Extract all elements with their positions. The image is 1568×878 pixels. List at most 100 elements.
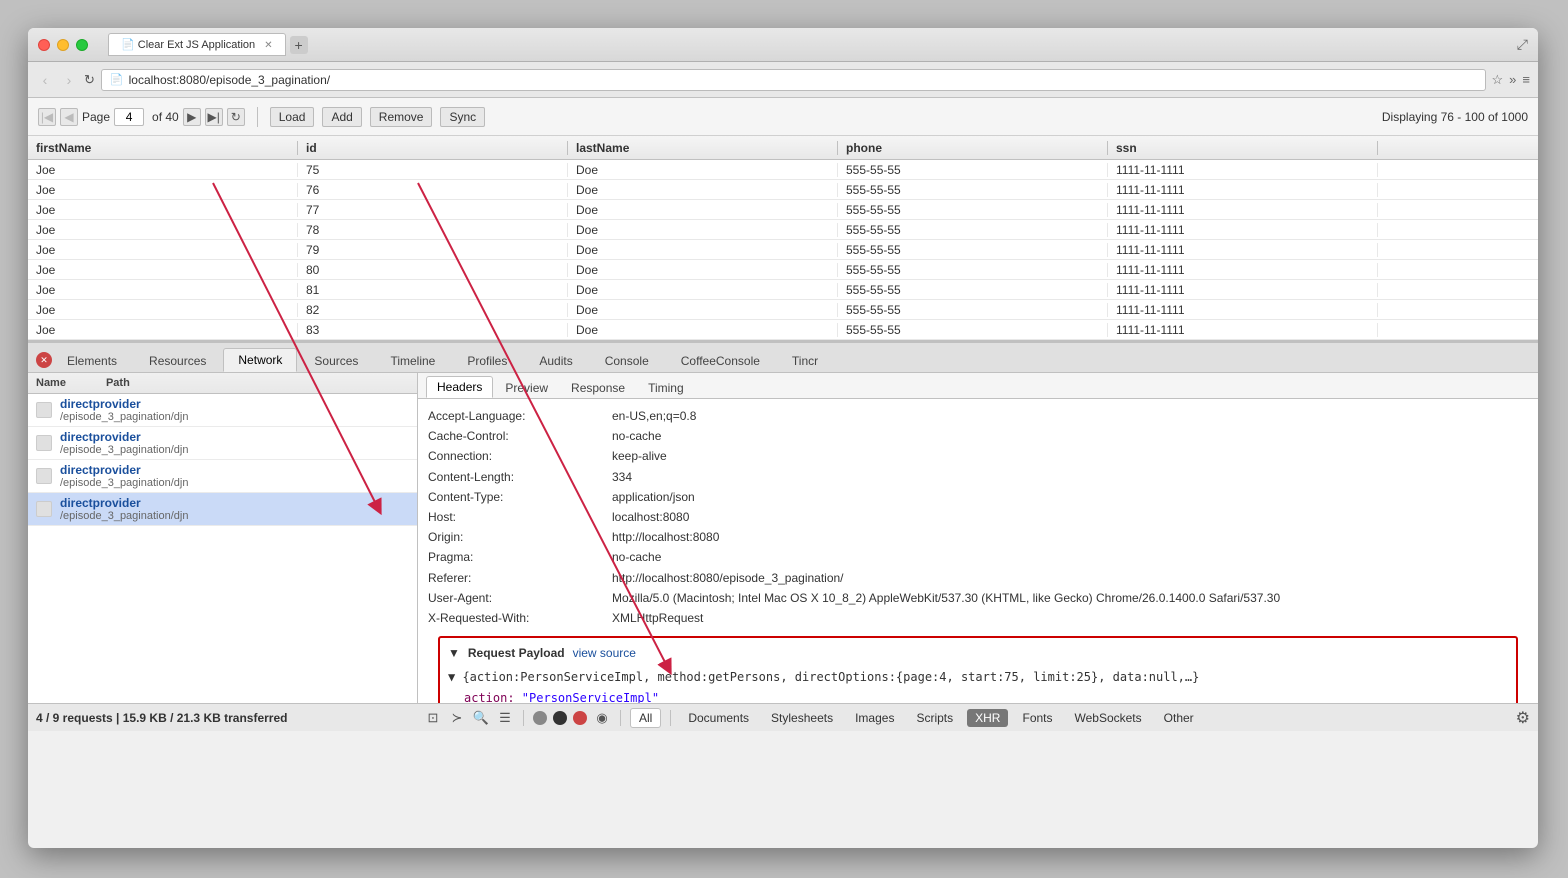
first-page-button[interactable]: |◀	[38, 108, 56, 126]
filter-fonts-tab[interactable]: Fonts	[1014, 709, 1060, 727]
header-value: XMLHttpRequest	[612, 609, 703, 628]
table-cell: Joe	[28, 303, 298, 317]
devtools-tab-console[interactable]: Console	[590, 349, 664, 372]
table-row[interactable]: Joe75Doe555-55-551111-11-1111	[28, 160, 1538, 180]
prev-page-button[interactable]: ◀	[60, 108, 78, 126]
filter-scripts-tab[interactable]: Scripts	[908, 709, 961, 727]
filter-icon-stop[interactable]: ◉	[593, 709, 611, 727]
network-item-icon	[36, 435, 52, 451]
filter-stylesheets-tab[interactable]: Stylesheets	[763, 709, 841, 727]
page-count: of 40	[152, 110, 179, 124]
network-list-item[interactable]: directprovider /episode_3_pagination/djn	[28, 460, 417, 493]
maximize-window-button[interactable]	[76, 39, 88, 51]
table-row[interactable]: Joe80Doe555-55-551111-11-1111	[28, 260, 1538, 280]
header-row: User-Agent:Mozilla/5.0 (Macintosh; Intel…	[428, 589, 1528, 608]
remove-button[interactable]: Remove	[370, 107, 433, 127]
main-content: firstName id lastName phone ssn Joe75Doe…	[28, 136, 1538, 848]
minimize-window-button[interactable]	[57, 39, 69, 51]
network-list-header: Name Path	[28, 373, 417, 394]
tab-response[interactable]: Response	[560, 377, 636, 398]
header-key: User-Agent:	[428, 589, 608, 608]
table-cell: Doe	[568, 283, 838, 297]
active-tab[interactable]: 📄 Clear Ext JS Application ✕	[108, 33, 286, 56]
back-button[interactable]: ‹	[36, 71, 54, 89]
devtools-tab-audits[interactable]: Audits	[524, 349, 587, 372]
filter-other-tab[interactable]: Other	[1156, 709, 1202, 727]
devtools-tab-tincr[interactable]: Tincr	[777, 349, 833, 372]
page-input[interactable]	[114, 108, 144, 126]
network-list-item[interactable]: directprovider /episode_3_pagination/djn	[28, 394, 417, 427]
header-key: Content-Length:	[428, 468, 608, 487]
filter-circle-black[interactable]	[553, 711, 567, 725]
extensions-icon[interactable]: »	[1509, 72, 1516, 87]
filter-documents-tab[interactable]: Documents	[680, 709, 757, 727]
close-window-button[interactable]	[38, 39, 50, 51]
table-cell: Joe	[28, 283, 298, 297]
filter-websockets-tab[interactable]: WebSockets	[1067, 709, 1150, 727]
devtools-tab-timeline[interactable]: Timeline	[375, 349, 450, 372]
filter-xhr-tab[interactable]: XHR	[967, 709, 1008, 727]
devtools-tab-profiles[interactable]: Profiles	[452, 349, 522, 372]
header-value: http://localhost:8080	[612, 528, 719, 547]
sync-button[interactable]: Sync	[440, 107, 485, 127]
table-cell: 82	[298, 303, 568, 317]
table-row[interactable]: Joe82Doe555-55-551111-11-1111	[28, 300, 1538, 320]
devtools-tab-elements[interactable]: Elements	[52, 349, 132, 372]
table-row[interactable]: Joe76Doe555-55-551111-11-1111	[28, 180, 1538, 200]
menu-icon[interactable]: ≡	[1522, 72, 1530, 87]
devtools-tabs: ✕ ElementsResourcesNetworkSourcesTimelin…	[28, 343, 1538, 373]
devtools-tab-resources[interactable]: Resources	[134, 349, 221, 372]
table-cell: 1111-11-1111	[1108, 283, 1378, 297]
last-page-button[interactable]: ▶|	[205, 108, 223, 126]
table-row[interactable]: Joe78Doe555-55-551111-11-1111	[28, 220, 1538, 240]
tab-page-icon: 📄	[121, 39, 135, 51]
header-key: Pragma:	[428, 548, 608, 567]
filter-list-icon[interactable]: ☰	[496, 709, 514, 727]
tab-timing[interactable]: Timing	[637, 377, 695, 398]
header-key: Origin:	[428, 528, 608, 547]
filter-circle-red[interactable]	[573, 711, 587, 725]
reload-button[interactable]: ↻	[84, 72, 95, 88]
refresh-button[interactable]: ↻	[227, 108, 245, 126]
table-cell: 555-55-55	[838, 243, 1108, 257]
filter-search-icon[interactable]: 🔍	[472, 709, 490, 727]
header-row: Connection:keep-alive	[428, 447, 1528, 466]
bookmark-icon[interactable]: ☆	[1492, 72, 1504, 88]
status-text: 4 / 9 requests | 15.9 KB / 21.3 KB trans…	[36, 711, 416, 725]
url-text: localhost:8080/episode_3_pagination/	[129, 73, 331, 87]
filter-icon-1[interactable]: ⊡	[424, 709, 442, 727]
filter-gear-icon[interactable]: ⚙	[1516, 708, 1530, 728]
url-bar[interactable]: 📄 localhost:8080/episode_3_pagination/	[101, 69, 1486, 91]
header-key: Connection:	[428, 447, 608, 466]
load-button[interactable]: Load	[270, 107, 315, 127]
table-row[interactable]: Joe79Doe555-55-551111-11-1111	[28, 240, 1538, 260]
header-value: no-cache	[612, 548, 661, 567]
filter-icon-2[interactable]: ≻	[448, 709, 466, 727]
network-list-item[interactable]: directprovider /episode_3_pagination/djn	[28, 427, 417, 460]
forward-button[interactable]: ›	[60, 71, 78, 89]
detail-content: Accept-Language:en-US,en;q=0.8Cache-Cont…	[418, 399, 1538, 703]
table-cell: 81	[298, 283, 568, 297]
header-row: Content-Length:334	[428, 468, 1528, 487]
tab-close-button[interactable]: ✕	[264, 40, 272, 51]
network-list-item[interactable]: directprovider /episode_3_pagination/djn	[28, 493, 417, 526]
filter-circle-grey[interactable]	[533, 711, 547, 725]
filter-images-tab[interactable]: Images	[847, 709, 902, 727]
header-value: Mozilla/5.0 (Macintosh; Intel Mac OS X 1…	[612, 589, 1280, 608]
new-tab-button[interactable]: +	[290, 36, 308, 54]
tab-headers[interactable]: Headers	[426, 376, 493, 398]
table-cell: 1111-11-1111	[1108, 303, 1378, 317]
devtools-tab-coffeeconsole[interactable]: CoffeeConsole	[666, 349, 775, 372]
add-button[interactable]: Add	[322, 107, 361, 127]
table-row[interactable]: Joe77Doe555-55-551111-11-1111	[28, 200, 1538, 220]
next-page-button[interactable]: ▶	[183, 108, 201, 126]
table-cell: 80	[298, 263, 568, 277]
devtools-tab-sources[interactable]: Sources	[299, 349, 373, 372]
tab-preview[interactable]: Preview	[494, 377, 559, 398]
devtools-close-button[interactable]: ✕	[36, 352, 52, 368]
devtools-tab-network[interactable]: Network	[223, 348, 297, 372]
payload-view-source-link[interactable]: view source	[573, 644, 636, 663]
table-row[interactable]: Joe83Doe555-55-551111-11-1111	[28, 320, 1538, 340]
filter-all-tab[interactable]: All	[630, 708, 661, 728]
table-row[interactable]: Joe81Doe555-55-551111-11-1111	[28, 280, 1538, 300]
